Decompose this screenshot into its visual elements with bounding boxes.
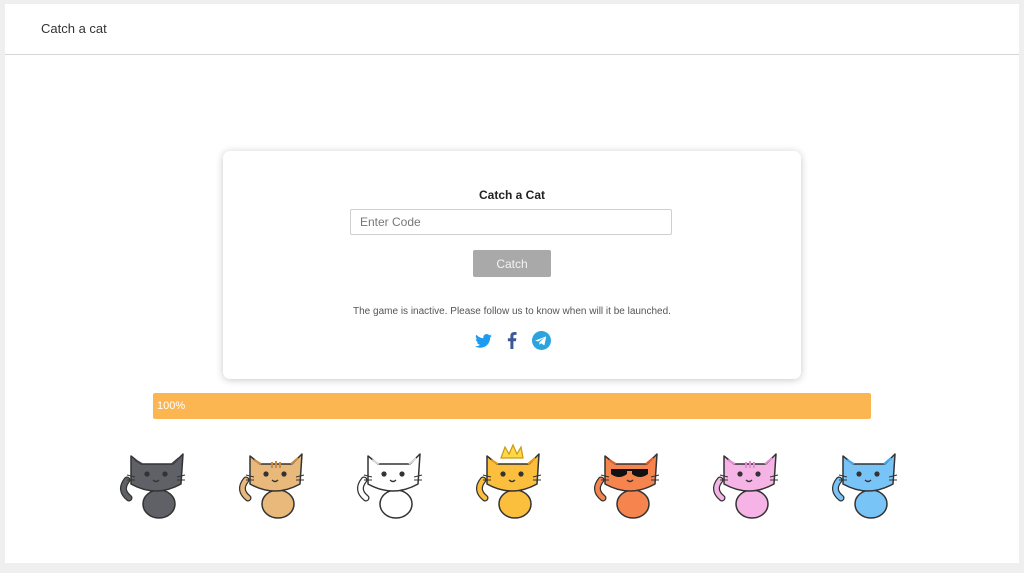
status-message: The game is inactive. Please follow us t…: [353, 306, 671, 317]
facebook-link[interactable]: [503, 331, 522, 350]
facebook-icon: [507, 332, 517, 349]
white-cat: [352, 442, 432, 522]
cat-icon: [357, 453, 423, 519]
catch-button[interactable]: Catch: [473, 250, 551, 277]
gray-cat: [115, 442, 195, 522]
progress-bar: 100%: [153, 393, 871, 419]
code-input[interactable]: [350, 209, 672, 235]
cat-icon: [594, 453, 660, 519]
twitter-link[interactable]: [474, 331, 493, 350]
catch-card: Catch a Cat Catch The game is inactive. …: [223, 151, 801, 379]
sunglasses-cat: [589, 442, 669, 522]
app-title: Catch a cat: [41, 21, 107, 36]
cat-icon: [120, 453, 186, 519]
pink-cat: [708, 442, 788, 522]
page: Catch a cat Catch a Cat Catch The game i…: [5, 4, 1019, 563]
progress-label: 100%: [157, 400, 186, 412]
crowned-cat: [471, 442, 551, 522]
telegram-icon: [531, 331, 551, 350]
telegram-link[interactable]: [531, 331, 551, 350]
progress-fill: [153, 393, 871, 419]
cat-icon: [713, 453, 779, 519]
top-bar: Catch a cat: [5, 4, 1019, 55]
twitter-icon: [474, 333, 492, 348]
cat-icon: [239, 453, 305, 519]
cat-icon: [476, 443, 542, 519]
tabby-cat: [234, 442, 314, 522]
cat-icon: [832, 453, 898, 519]
social-links: [223, 331, 801, 350]
blue-cat: [827, 442, 907, 522]
card-title: Catch a Cat: [478, 188, 546, 202]
